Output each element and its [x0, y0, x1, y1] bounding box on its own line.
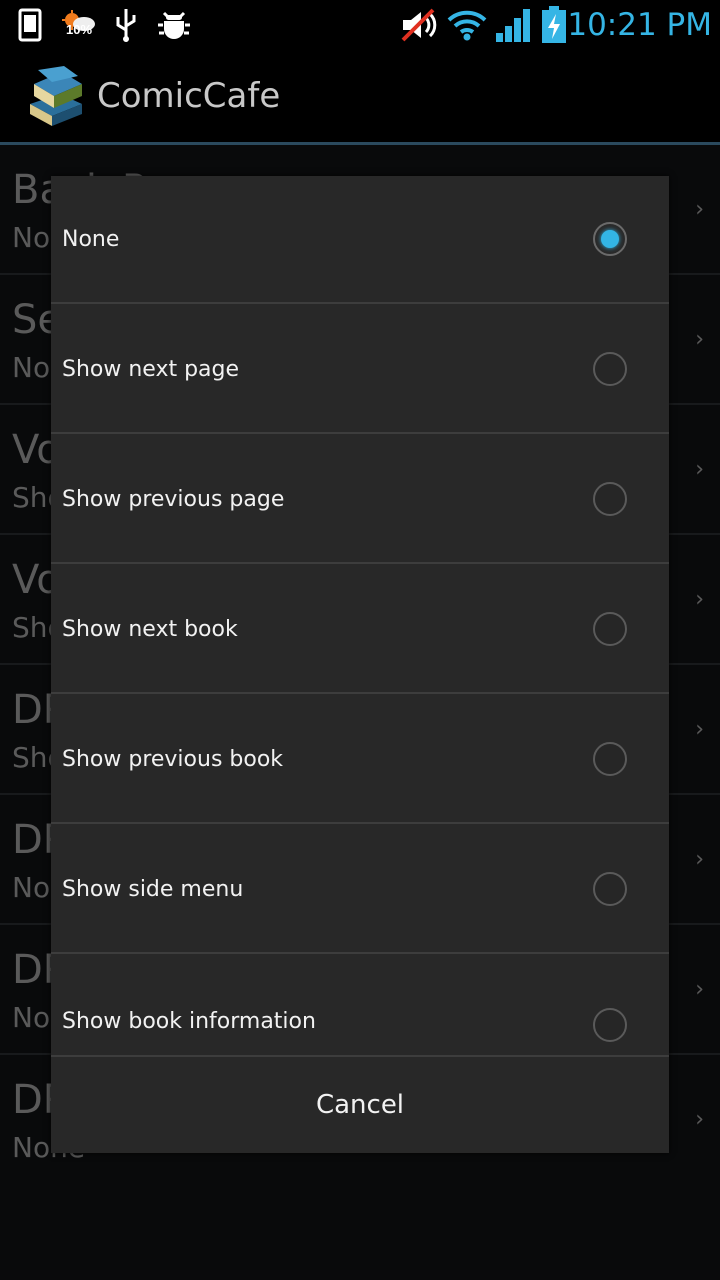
app-books-icon[interactable]: [26, 64, 88, 130]
status-bar: 10% 10:21 PM: [0, 0, 720, 50]
signal-icon: [493, 6, 535, 44]
phone-icon: [16, 6, 44, 44]
app-title: ComicCafe: [97, 76, 281, 116]
option-label: Show previous book: [62, 747, 284, 772]
usb-icon: [112, 6, 140, 44]
option-none[interactable]: None: [51, 176, 669, 304]
option-show-next-page[interactable]: Show next page: [51, 306, 669, 434]
weather-percent: 10%: [66, 22, 93, 37]
radio-button[interactable]: [593, 352, 627, 386]
choice-dialog: None Show next page Show previous page S…: [51, 176, 669, 1153]
option-show-previous-book[interactable]: Show previous book: [51, 696, 669, 824]
option-label: None: [62, 227, 120, 252]
wifi-icon: [446, 6, 488, 44]
option-label: Show book information: [62, 1009, 316, 1034]
cancel-button[interactable]: Cancel: [51, 1057, 669, 1153]
clock: 10:21 PM: [567, 7, 712, 43]
option-show-book-information[interactable]: Show book information: [51, 956, 669, 1057]
option-show-next-book[interactable]: Show next book: [51, 566, 669, 694]
option-label: Show previous page: [62, 487, 285, 512]
radio-button[interactable]: [593, 1008, 627, 1042]
radio-dot: [601, 230, 619, 248]
radio-button-selected[interactable]: [593, 222, 627, 256]
option-label: Show next page: [62, 357, 240, 382]
option-label: Show next book: [62, 617, 238, 642]
option-label: Show side menu: [62, 877, 244, 902]
volume-muted-icon: [398, 6, 440, 44]
radio-button[interactable]: [593, 612, 627, 646]
radio-button[interactable]: [593, 872, 627, 906]
debug-icon: [156, 6, 192, 44]
radio-button[interactable]: [593, 742, 627, 776]
radio-button[interactable]: [593, 482, 627, 516]
option-show-side-menu[interactable]: Show side menu: [51, 826, 669, 954]
battery-charging-icon: [540, 6, 568, 44]
option-show-previous-page[interactable]: Show previous page: [51, 436, 669, 564]
